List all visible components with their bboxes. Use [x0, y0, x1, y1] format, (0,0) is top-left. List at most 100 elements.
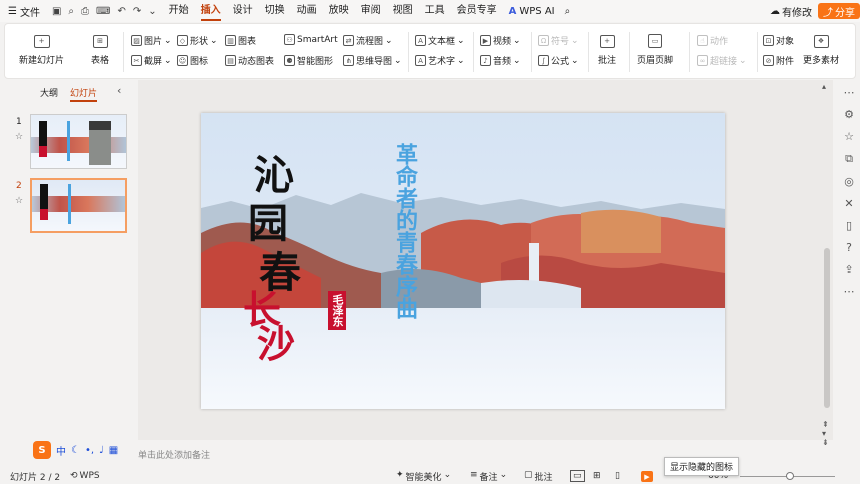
menu-bar: ☰ 文件 ▣ ⌕ ⎙ ⌨ ↶ ↷ ⌄ 开始 插入 设计 切换 动画 放映 审阅 … [0, 0, 860, 22]
shape-button[interactable]: ◇ 形状 ⌄ [177, 34, 218, 47]
collapse-pane-icon[interactable]: ‹ [117, 84, 121, 97]
attachment-button[interactable]: ⊘ 附件 [763, 54, 794, 67]
quick-access-toolbar: ▣ ⌕ ⎙ ⌨ ↶ ↷ ⌄ [46, 6, 163, 17]
beautify-button[interactable]: ✦ 智能美化 ⌄ [396, 470, 451, 483]
star-icon[interactable]: ☆ [15, 196, 23, 206]
current-slide[interactable]: 沁 园 春 长 沙 毛泽东 革命者的青春序曲 [201, 113, 725, 409]
star-icon[interactable]: ☆ [15, 132, 23, 142]
tab-review[interactable]: 审阅 [355, 0, 387, 22]
more-material-button[interactable]: ❖ 更多素材 [803, 32, 839, 66]
help-icon[interactable]: ? [846, 241, 852, 254]
flowchart-button[interactable]: ⇄ 流程图 ⌄ [343, 34, 393, 47]
share-icon[interactable]: ⇪ [844, 263, 853, 276]
ribbon-separator [588, 32, 589, 72]
beautify-label: 智能美化 [405, 472, 442, 483]
notes-placeholder[interactable]: 单击此处添加备注 [138, 448, 210, 461]
punctuation-icon[interactable]: •, [85, 445, 94, 456]
chart-button[interactable]: ▥ 图表 [225, 34, 256, 47]
notes-button[interactable]: ≡ 备注 ⌄ [470, 470, 507, 483]
microphone-icon[interactable]: ♩ [99, 445, 104, 456]
undo-icon[interactable]: ↶ [117, 6, 125, 17]
picture-button[interactable]: ▨ 图片 ⌄ [131, 34, 172, 47]
slide-number: 1 [16, 117, 22, 127]
apps-grid-icon[interactable]: ▦ [109, 445, 118, 456]
table-button[interactable]: ⊞ 表格 [88, 32, 112, 66]
slide-number: 2 [16, 181, 22, 191]
ellipsis-icon[interactable]: ⋯ [844, 285, 855, 298]
book-icon[interactable]: ▯ [846, 219, 852, 232]
properties-icon[interactable]: ⚙ [844, 108, 854, 121]
tab-home[interactable]: 开始 [163, 0, 195, 22]
object-button[interactable]: ⊡ 对象 [763, 34, 794, 47]
comment-icon: ▢ [524, 469, 533, 480]
tab-view[interactable]: 视图 [387, 0, 419, 22]
more-icon[interactable]: ⋯ [844, 86, 855, 99]
screenshot-button[interactable]: ✂ 截屏 ⌄ [131, 54, 172, 67]
print-icon[interactable]: ⎙ [81, 6, 89, 17]
action-button[interactable]: ☝ 动作 [697, 34, 728, 47]
new-slide-label: 新建幻灯片 [19, 56, 65, 66]
tab-slides[interactable]: 幻灯片 [70, 86, 98, 102]
wordart-button[interactable]: A 艺术字 ⌄ [415, 54, 465, 67]
icon-button[interactable]: ☺ 图标 [177, 54, 208, 67]
chevron-down-icon[interactable]: ⌄ [148, 6, 156, 17]
slide-thumbnail-pane: 大纲 幻灯片 ‹ 1 ☆ 2 ☆ [0, 80, 138, 440]
seal-text: 毛泽东 [331, 294, 344, 327]
comment-status-button[interactable]: ▢ 批注 [524, 470, 553, 483]
portrait-figure [89, 121, 111, 165]
changes-indicator[interactable]: ☁ 有修改 [770, 4, 812, 19]
scroll-up-icon[interactable]: ▴ [822, 82, 826, 91]
dynamic-chart-button[interactable]: ▤ 动态图表 [225, 54, 274, 67]
redo-icon[interactable]: ↷ [133, 6, 141, 17]
tab-animation[interactable]: 动画 [291, 0, 323, 22]
audio-button[interactable]: ♪ 音频 ⌄ [480, 54, 521, 67]
smartart-button[interactable]: ⚇ SmartArt [284, 34, 338, 45]
symbol-button[interactable]: Ω 符号 ⌄ [538, 34, 579, 47]
moon-icon[interactable]: ☾ [71, 445, 80, 456]
tools-icon[interactable]: ✕ [844, 197, 853, 210]
copy-icon[interactable]: ⧉ [845, 152, 853, 166]
tab-design[interactable]: 设计 [227, 0, 259, 22]
sorter-view-icon[interactable]: ⊞ [593, 471, 601, 481]
zoom-slider-knob[interactable] [786, 472, 794, 480]
slide-thumbnail-1[interactable] [30, 114, 127, 169]
search-icon[interactable]: ⌕ [561, 6, 571, 17]
vertical-scrollbar[interactable] [824, 248, 830, 408]
target-icon[interactable]: ◎ [844, 175, 854, 188]
video-button[interactable]: ▶ 视频 ⌄ [480, 34, 521, 47]
object-label: 对象 [776, 37, 795, 47]
star-icon[interactable]: ☆ [844, 130, 854, 143]
play-slideshow-icon[interactable]: ▶ [641, 471, 653, 482]
header-footer-button[interactable]: ▭ 页眉页脚 [637, 32, 673, 66]
save-icon[interactable]: ▣ [52, 6, 61, 17]
wps-ai-button[interactable]: A WPS AI [503, 6, 561, 17]
comment-button[interactable]: + 批注 [595, 32, 619, 66]
new-slide-button[interactable]: + 新建幻灯片 [19, 32, 64, 66]
mindmap-button[interactable]: ⋔ 思维导图 ⌄ [343, 54, 402, 67]
comment-status-label: 批注 [534, 472, 553, 483]
video-label: 视频 [493, 37, 512, 47]
scroll-page-icons[interactable]: ⇞ ▾ ⇟ [822, 420, 829, 447]
tab-tools[interactable]: 工具 [419, 0, 451, 22]
tab-member[interactable]: 会员专享 [451, 0, 503, 22]
wps-indicator[interactable]: ⟲ WPS [70, 471, 100, 481]
tab-outline[interactable]: 大纲 [40, 86, 58, 99]
ime-mode[interactable]: 中 [56, 443, 66, 458]
slide-thumbnail-2[interactable] [30, 178, 127, 233]
print-preview-icon[interactable]: ⌨ [96, 6, 110, 17]
tab-slideshow[interactable]: 放映 [323, 0, 355, 22]
tab-transition[interactable]: 切换 [259, 0, 291, 22]
search-doc-icon[interactable]: ⌕ [68, 6, 74, 17]
formula-button[interactable]: ∫ 公式 ⌄ [538, 54, 579, 67]
normal-view-icon[interactable]: ▭ [570, 470, 585, 482]
hyperlink-button[interactable]: ∞ 超链接 ⌄ [697, 54, 747, 67]
textbox-button[interactable]: A 文本框 ⌄ [415, 34, 465, 47]
file-menu[interactable]: ☰ 文件 [0, 0, 46, 22]
tab-insert[interactable]: 插入 [195, 0, 227, 22]
sogou-logo-icon[interactable]: S [33, 441, 51, 459]
share-button[interactable]: ⤴ 分享 [818, 3, 860, 19]
reading-view-icon[interactable]: ▯ [615, 471, 620, 481]
smart-graphic-button[interactable]: ⚈ 智能图形 [284, 54, 333, 67]
smart-graphic-label: 智能图形 [297, 57, 334, 67]
title-calligraphy [40, 184, 48, 220]
